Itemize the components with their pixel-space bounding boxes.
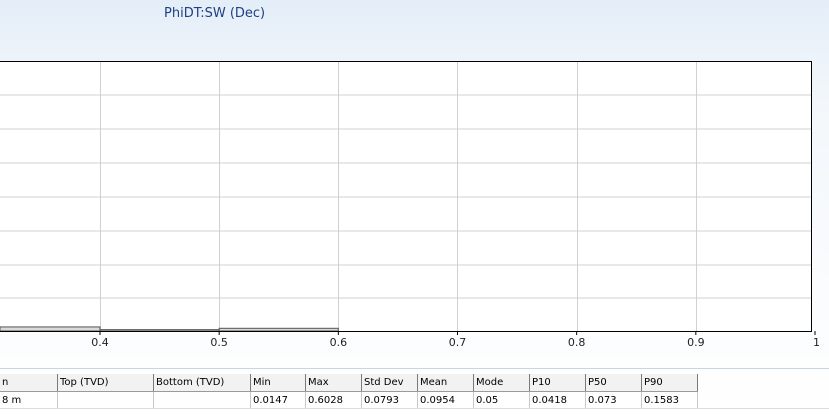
table-cell	[153, 391, 251, 408]
histogram-bar	[99, 329, 220, 332]
column-header[interactable]: P90	[641, 374, 698, 392]
table-cell: 0.0147	[250, 391, 306, 408]
table-cell: 0.073	[585, 391, 642, 408]
column-header[interactable]: P50	[585, 374, 642, 392]
column-header[interactable]: n	[0, 374, 58, 392]
table-cell: 0.0418	[529, 391, 586, 408]
table-cell: 8 m	[0, 391, 58, 408]
column-header[interactable]: Std Dev	[361, 374, 418, 392]
column-header[interactable]: Mode	[473, 374, 530, 392]
histogram-chart: 0.4 0.5 0.6 0.7 0.8 0.9 1	[0, 61, 820, 349]
column-header[interactable]: Top (TVD)	[57, 374, 154, 392]
table-cell: 0.1583	[641, 391, 698, 408]
plot-area	[0, 61, 812, 331]
table-cell: 0.6028	[305, 391, 362, 408]
x-tick-label: 0.9	[687, 336, 705, 349]
table-cell: 0.0793	[361, 391, 418, 408]
statistics-table: n Top (TVD) Bottom (TVD) Min Max Std Dev Mean M…	[0, 374, 698, 408]
table-cell	[57, 391, 154, 408]
column-header[interactable]: P10	[529, 374, 586, 392]
x-tick-label: 0.5	[210, 336, 228, 349]
column-header[interactable]: Max	[305, 374, 362, 392]
x-tick-label: 0.6	[330, 336, 348, 349]
x-tick-label: 0.8	[568, 336, 586, 349]
table-bottom-border	[0, 408, 829, 409]
x-tick-label: 0.7	[449, 336, 467, 349]
chart-table-separator	[0, 368, 829, 369]
x-tick-label: 0.4	[91, 336, 109, 349]
column-header[interactable]: Min	[250, 374, 306, 392]
column-header[interactable]: Bottom (TVD)	[153, 374, 251, 392]
table-row[interactable]: 8 m 0.0147 0.6028 0.0793 0.0954 0.05 0.0418 0.0…	[0, 391, 698, 408]
table-body: 8 m 0.0147 0.6028 0.0793 0.0954 0.05 0.0418 0.0…	[0, 391, 698, 408]
column-header[interactable]: Mean	[417, 374, 474, 392]
table-header-row: n Top (TVD) Bottom (TVD) Min Max Std Dev Mean M…	[0, 374, 698, 392]
histogram-bar	[218, 327, 339, 332]
table-cell: 0.0954	[417, 391, 474, 408]
x-tick-label: 1	[813, 336, 820, 349]
table-cell: 0.05	[473, 391, 530, 408]
histogram-bar	[0, 326, 101, 332]
